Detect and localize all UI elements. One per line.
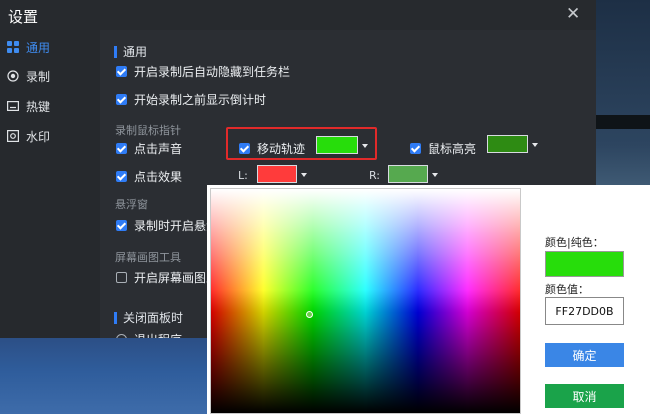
highlight-option[interactable]: 鼠标高亮 bbox=[410, 140, 476, 157]
sidebar-item-label: 通用 bbox=[26, 40, 51, 55]
highlight-color-swatch[interactable] bbox=[487, 135, 528, 153]
highlight-label: 鼠标高亮 bbox=[428, 142, 477, 156]
click-effect-option[interactable]: 点击效果 bbox=[116, 168, 182, 185]
color-spectrum[interactable] bbox=[210, 188, 521, 414]
auto-hide-option[interactable]: 开启录制后自动隐藏到任务栏 bbox=[116, 63, 290, 80]
color-value-label: 颜色值： bbox=[545, 283, 589, 296]
section-general: 通用 bbox=[114, 43, 147, 60]
click-sound-checkbox[interactable] bbox=[116, 143, 127, 154]
pure-color-label: 颜色|纯色： bbox=[545, 236, 604, 249]
confirm-button[interactable]: 确定 bbox=[545, 343, 624, 367]
auto-hide-checkbox[interactable] bbox=[116, 66, 127, 77]
right-click-dropdown-icon[interactable] bbox=[432, 173, 438, 177]
watermark-icon bbox=[7, 130, 19, 142]
sidebar-item-general[interactable]: 通用 bbox=[0, 33, 100, 61]
countdown-label: 开始录制之前显示倒计时 bbox=[134, 93, 267, 107]
cancel-button[interactable]: 取消 bbox=[545, 384, 624, 408]
record-icon bbox=[7, 70, 19, 82]
drawing-checkbox[interactable] bbox=[116, 272, 127, 283]
countdown-checkbox[interactable] bbox=[116, 94, 127, 105]
grid-icon bbox=[7, 41, 19, 53]
click-sound-option[interactable]: 点击声音 bbox=[116, 140, 182, 157]
desktop-bridge-silhouette bbox=[594, 115, 650, 129]
color-value-input[interactable]: FF27DD0B bbox=[545, 297, 624, 325]
sidebar-item-record[interactable]: 录制 bbox=[0, 62, 100, 90]
countdown-option[interactable]: 开始录制之前显示倒计时 bbox=[116, 91, 266, 108]
section-title: 通用 bbox=[123, 45, 148, 59]
color-selector-marker[interactable] bbox=[306, 311, 313, 318]
click-sound-label: 点击声音 bbox=[134, 142, 183, 156]
color-preview bbox=[545, 251, 624, 277]
floating-label: 录制时开启悬浮 bbox=[134, 219, 219, 233]
section-accent-bar bbox=[114, 312, 117, 324]
section-close-panel: 关闭面板时 bbox=[114, 309, 183, 326]
sidebar-item-label: 录制 bbox=[26, 69, 51, 84]
section-accent-bar bbox=[114, 46, 117, 58]
sidebar-item-watermark[interactable]: 水印 bbox=[0, 122, 100, 150]
highlight-annotation-box bbox=[226, 127, 377, 160]
auto-hide-label: 开启录制后自动隐藏到任务栏 bbox=[134, 65, 291, 79]
drawing-option[interactable]: 开启屏幕画图工 bbox=[116, 269, 218, 286]
floating-option[interactable]: 录制时开启悬浮 bbox=[116, 217, 218, 234]
left-click-dropdown-icon[interactable] bbox=[301, 173, 307, 177]
left-click-label: L: bbox=[238, 169, 248, 182]
highlight-dropdown-icon[interactable] bbox=[532, 143, 538, 147]
drawing-label: 开启屏幕画图工 bbox=[134, 271, 219, 285]
window-title: 设置 bbox=[8, 8, 39, 26]
highlight-checkbox[interactable] bbox=[410, 143, 421, 154]
group-title-floating: 悬浮窗 bbox=[115, 198, 148, 211]
sidebar-item-label: 水印 bbox=[26, 129, 51, 144]
sidebar-item-hotkey[interactable]: 热键 bbox=[0, 92, 100, 120]
close-icon[interactable]: ✕ bbox=[566, 4, 580, 24]
click-effect-checkbox[interactable] bbox=[116, 171, 127, 182]
title-bar: 设置 ✕ bbox=[0, 0, 596, 30]
right-click-label: R: bbox=[369, 169, 381, 182]
floating-checkbox[interactable] bbox=[116, 220, 127, 231]
right-click-color-swatch[interactable] bbox=[388, 165, 428, 183]
group-title-mouse: 录制鼠标指针 bbox=[115, 124, 181, 137]
section-title: 关闭面板时 bbox=[123, 311, 184, 325]
desktop-background-bottom bbox=[0, 338, 210, 414]
group-title-drawing: 屏幕画图工具 bbox=[115, 251, 181, 264]
sidebar-item-label: 热键 bbox=[26, 99, 51, 114]
click-effect-label: 点击效果 bbox=[134, 170, 183, 184]
left-click-color-swatch[interactable] bbox=[257, 165, 297, 183]
keyboard-icon bbox=[7, 100, 19, 112]
